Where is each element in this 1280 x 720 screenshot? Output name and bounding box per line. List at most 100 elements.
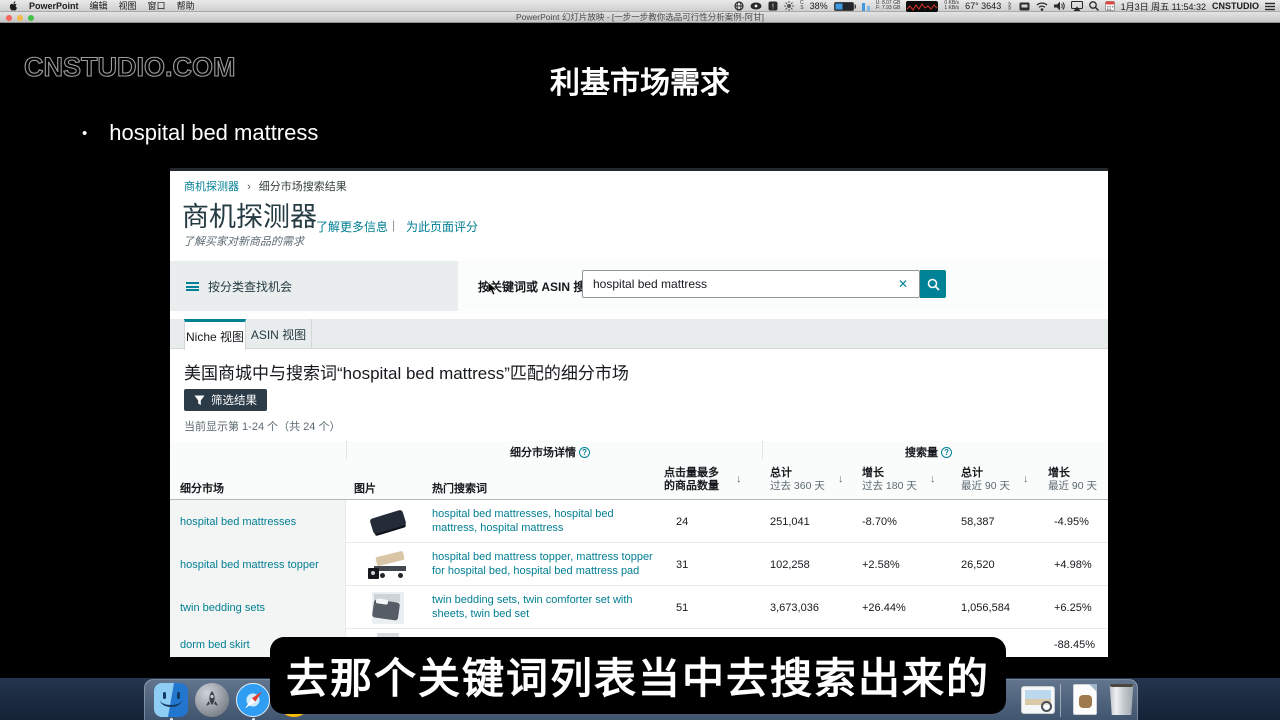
niche-link[interactable]: dorm bed skirt <box>180 639 250 651</box>
sort-arrow-clicked[interactable]: ↓ <box>736 473 742 485</box>
growth-180-cell: +26.44% <box>862 586 906 629</box>
calendar-icon[interactable] <box>1105 1 1115 11</box>
rocket-icon <box>203 690 221 710</box>
showing-count-text: 当前显示第 1-24 个（共 24 个） <box>184 418 340 434</box>
tab-asin-view[interactable]: ASIN 视图 <box>246 319 312 349</box>
battery-percent: 38% <box>810 1 828 11</box>
temp-fan-readout: 67° 3643 <box>965 1 1001 11</box>
breadcrumb-root-link[interactable]: 商机探测器 <box>184 181 239 193</box>
niche-cell: twin bedding sets <box>170 586 346 629</box>
svg-text:!: ! <box>772 4 774 11</box>
menu-help[interactable]: 帮助 <box>177 0 195 12</box>
group-details-label: 细分市场详情 ? <box>510 444 590 460</box>
menubar-username[interactable]: CNSTUDIO <box>1212 1 1259 11</box>
cpu-graph-widget[interactable] <box>906 1 938 12</box>
niche-link[interactable]: twin bedding sets <box>180 602 265 614</box>
total-360-cell: 3,673,036 <box>770 586 819 629</box>
niche-link[interactable]: hospital bed mattress topper <box>180 559 319 571</box>
menu-window[interactable]: 窗口 <box>148 0 166 12</box>
dock-icon-finder[interactable] <box>154 683 188 717</box>
sort-arrow-total-90[interactable]: ↓ <box>1023 473 1029 485</box>
wifi-icon[interactable] <box>1036 1 1048 11</box>
funnel-icon <box>194 395 205 406</box>
airplay-icon[interactable] <box>1071 1 1083 11</box>
search-button[interactable] <box>920 270 946 298</box>
eye-status-icon[interactable] <box>750 2 762 10</box>
product-image-cell <box>346 586 430 629</box>
video-subtitle: 去那个关键词列表当中去搜索出来的 <box>270 637 1006 714</box>
presentation-slide: CNSTUDIO.COM 利基市场需求 • hospital bed mattr… <box>0 23 1280 678</box>
spotlight-icon[interactable] <box>1089 1 1099 11</box>
page-title: 商机探测器 <box>182 195 317 234</box>
battery-icon[interactable] <box>834 2 856 11</box>
display-pref-icon[interactable] <box>1019 2 1030 11</box>
category-menu-icon <box>186 282 199 291</box>
growth-180-cell: +2.58% <box>862 543 900 586</box>
window-title: PowerPoint 幻灯片放映 - [一步一步教你选品可行性分析案例-阿甘] <box>0 12 1280 23</box>
dock-icon-safari[interactable] <box>236 683 270 717</box>
mouse-cursor <box>488 282 499 297</box>
details-help-icon[interactable]: ? <box>579 447 590 458</box>
menu-edit[interactable]: 编辑 <box>90 0 108 12</box>
total-90-cell: 58,387 <box>961 500 995 543</box>
bluetooth-icon[interactable]: ᛒ <box>1007 1 1012 11</box>
keywords-cell[interactable]: twin bedding sets, twin comforter set wi… <box>432 586 654 629</box>
memory-readout: U: 8.07 GBF: 7.93 GB <box>876 1 901 11</box>
bullet-text: hospital bed mattress <box>109 120 318 146</box>
col-header-growth-180[interactable]: 增长过去 180 天 <box>862 467 917 493</box>
sort-arrow-growth-180[interactable]: ↓ <box>930 473 936 485</box>
filter-results-button[interactable]: 筛选结果 <box>184 389 267 411</box>
table-row[interactable]: twin bedding sets twin bedding sets, twi… <box>170 586 1108 629</box>
alert-status-icon[interactable]: ! <box>768 1 778 11</box>
rate-page-link[interactable]: 为此页面评分 <box>406 218 478 235</box>
product-image-cell <box>346 543 430 586</box>
results-heading: 美国商城中与搜索词“hospital bed mattress”匹配的细分市场 <box>184 359 629 384</box>
link-divider: | <box>392 218 395 232</box>
col-header-image: 图片 <box>354 483 376 496</box>
volume-icon[interactable] <box>1054 1 1065 11</box>
globe-status-icon[interactable] <box>734 1 744 11</box>
subtitle-text: 去那个关键词列表当中去搜索出来的 <box>286 645 990 706</box>
menubar-clock[interactable]: 1月3日 周五 11:54:32 <box>1121 0 1206 13</box>
notification-center-icon[interactable] <box>1265 2 1275 11</box>
clicked-products-cell: 51 <box>676 586 688 629</box>
keywords-cell[interactable]: hospital bed mattress topper, mattress t… <box>432 543 654 586</box>
niche-link[interactable]: hospital bed mattresses <box>180 516 296 528</box>
brightness-icon[interactable] <box>784 1 794 11</box>
total-90-cell: 1,056,584 <box>961 586 1010 629</box>
group-volume-label: 搜索量 ? <box>905 444 952 460</box>
total-360-cell: 251,041 <box>770 500 810 543</box>
dock-icon-launchpad[interactable] <box>195 683 229 717</box>
col-header-total-90[interactable]: 总计最近 90 天 <box>961 467 1010 493</box>
browse-by-category-label: 按分类查找机会 <box>208 278 292 295</box>
tab-niche-view[interactable]: Niche 视图 <box>184 319 246 350</box>
dock-icon-trash[interactable] <box>1108 684 1142 718</box>
col-header-total-360[interactable]: 总计过去 360 天 <box>770 467 825 493</box>
table-row[interactable]: hospital bed mattresses hospital bed mat… <box>170 500 1108 543</box>
breadcrumb-current: 细分市场搜索结果 <box>259 181 347 193</box>
learn-more-link[interactable]: 了解更多信息 <box>316 218 388 235</box>
col-header-growth-90[interactable]: 增长最近 90 天 <box>1048 467 1097 493</box>
volume-help-icon[interactable]: ? <box>941 447 952 458</box>
apple-menu-icon[interactable] <box>9 1 18 11</box>
total-90-cell: 26,520 <box>961 543 995 586</box>
clear-search-icon[interactable]: ✕ <box>898 276 908 292</box>
col-header-clicked[interactable]: 点击量最多的商品数量 <box>664 467 719 493</box>
niche-cell: hospital bed mattresses <box>170 500 346 543</box>
clicked-products-cell: 24 <box>676 500 688 543</box>
slide-bullet: • hospital bed mattress <box>82 120 318 146</box>
keywords-cell[interactable]: hospital bed mattresses, hospital bed ma… <box>432 500 654 543</box>
growth-90-cell: -88.45% <box>1054 629 1095 657</box>
sort-arrow-total-360[interactable]: ↓ <box>838 473 844 485</box>
browse-by-category-panel[interactable]: 按分类查找机会 <box>170 261 458 311</box>
growth-180-cell: -8.70% <box>862 500 897 543</box>
menu-view[interactable]: 视图 <box>119 0 137 12</box>
dock-icon-installer-doc[interactable] <box>1073 684 1107 718</box>
table-row[interactable]: hospital bed mattress topper hospital be… <box>170 543 1108 586</box>
search-input[interactable] <box>582 270 920 298</box>
window-titlebar[interactable]: PowerPoint 幻灯片放映 - [一步一步教你选品可行性分析案例-阿甘] <box>0 12 1280 23</box>
view-tabstrip: Niche 视图 ASIN 视图 <box>170 319 1108 349</box>
menubar-app-name[interactable]: PowerPoint <box>29 1 79 11</box>
dock-icon-preview[interactable] <box>1021 686 1055 720</box>
col-header-niche: 细分市场 <box>180 483 224 496</box>
